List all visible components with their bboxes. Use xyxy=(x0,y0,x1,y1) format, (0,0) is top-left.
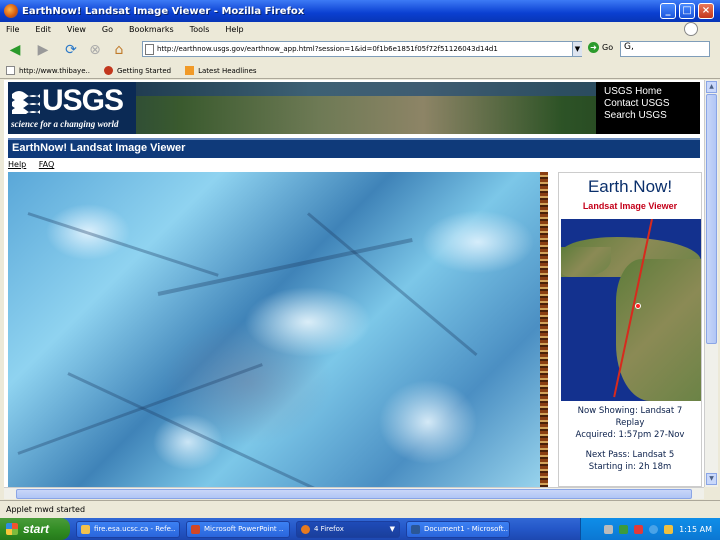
address-bar[interactable]: http://earthnow.usgs.gov/earthnow_app.ht… xyxy=(142,41,582,57)
minimize-button[interactable]: _ xyxy=(660,3,676,19)
scroll-thumb[interactable] xyxy=(16,489,692,499)
go-button[interactable]: ➜ Go xyxy=(588,42,613,53)
reload-icon[interactable]: ⟳ xyxy=(62,41,80,59)
tray-icon[interactable] xyxy=(634,524,644,534)
image-edge-stripe xyxy=(540,172,548,487)
stop-icon[interactable]: ⊗ xyxy=(86,41,104,59)
usgs-wordmark: USGS xyxy=(42,84,124,117)
menu-tools[interactable]: Tools xyxy=(190,25,210,34)
panel-title: Earth.Now! xyxy=(587,177,673,196)
tray-icon[interactable] xyxy=(604,524,614,534)
window-title: EarthNow! Landsat Image Viewer - Mozilla… xyxy=(22,5,305,17)
powerpoint-icon xyxy=(191,524,200,534)
word-icon xyxy=(411,524,420,534)
help-link[interactable]: Help xyxy=(8,160,26,169)
link-contact-usgs[interactable]: Contact USGS xyxy=(604,98,700,110)
search-input[interactable]: G, xyxy=(620,41,710,57)
scroll-up-icon[interactable]: ▲ xyxy=(706,81,717,93)
usgs-tagline: science for a changing world xyxy=(11,119,119,129)
menu-bookmarks[interactable]: Bookmarks xyxy=(129,25,174,34)
banner-image xyxy=(118,82,598,96)
title-bar: EarthNow! Landsat Image Viewer - Mozilla… xyxy=(0,0,720,22)
image-ridge xyxy=(67,372,341,487)
horizontal-scrollbar[interactable] xyxy=(4,487,704,499)
menu-go[interactable]: Go xyxy=(102,25,113,34)
bookmark-icon xyxy=(103,66,113,75)
group-arrow-icon: ▼ xyxy=(389,525,395,533)
system-tray: 1:15 AM xyxy=(580,518,720,540)
volume-icon[interactable] xyxy=(664,524,674,534)
taskbar-item[interactable]: fire.esa.ucsc.ca - Refe.. xyxy=(76,520,180,538)
go-arrow-icon: ➜ xyxy=(588,42,599,53)
bookmark-item[interactable]: Latest Headlines xyxy=(185,66,257,75)
bookmarks-toolbar: http://www.thibaye.. Getting Started Lat… xyxy=(0,63,720,79)
network-icon[interactable] xyxy=(649,524,659,534)
status-bar: Applet mwd started xyxy=(0,500,720,518)
throbber-icon xyxy=(684,22,698,36)
firefox-icon xyxy=(301,524,310,534)
satellite-position-icon xyxy=(635,303,641,309)
usgs-logo[interactable]: USGS science for a changing world xyxy=(8,82,136,134)
vertical-scrollbar[interactable]: ▲ ▼ xyxy=(704,80,718,487)
back-icon[interactable]: ◀ xyxy=(6,41,24,59)
earthnow-panel: Earth.Now! Landsat Image Viewer Now Show… xyxy=(558,172,702,487)
menu-file[interactable]: File xyxy=(6,25,19,34)
help-bar: Help FAQ xyxy=(8,160,700,172)
taskbar-item[interactable]: Document1 - Microsoft.. xyxy=(406,520,510,538)
next-pass: Next Pass: Landsat 5 xyxy=(585,450,675,460)
pass-info: Now Showing: Landsat 7 Replay Acquired: … xyxy=(559,405,701,473)
scroll-thumb[interactable] xyxy=(706,94,717,344)
usgs-waves-icon xyxy=(12,91,40,114)
now-showing: Now Showing: Landsat 7 xyxy=(577,406,683,416)
landsat-image[interactable] xyxy=(8,172,548,487)
start-button[interactable]: start xyxy=(0,518,70,540)
windows-flag-icon xyxy=(6,523,18,535)
page-title: EarthNow! Landsat Image Viewer xyxy=(8,138,700,158)
usgs-banner: USGS science for a changing world USGS H… xyxy=(8,82,700,134)
link-search-usgs[interactable]: Search USGS xyxy=(604,110,700,122)
clock: 1:15 AM xyxy=(679,524,712,534)
menu-view[interactable]: View xyxy=(67,25,86,34)
web-content: USGS science for a changing world USGS H… xyxy=(4,80,704,487)
tray-icon[interactable] xyxy=(619,524,629,534)
menu-edit[interactable]: Edit xyxy=(35,25,51,34)
usgs-links: USGS Home Contact USGS Search USGS xyxy=(596,82,700,134)
mode-label: Replay xyxy=(615,418,645,428)
maximize-button[interactable]: □ xyxy=(679,3,695,19)
scroll-down-icon[interactable]: ▼ xyxy=(706,473,717,485)
page-icon xyxy=(145,44,154,55)
taskbar: start fire.esa.ucsc.ca - Refe.. Microsof… xyxy=(0,518,720,540)
address-dropdown-icon[interactable]: ▼ xyxy=(572,42,582,56)
home-icon[interactable]: ⌂ xyxy=(110,41,128,59)
bookmark-item[interactable]: Getting Started xyxy=(103,66,171,75)
link-usgs-home[interactable]: USGS Home xyxy=(604,86,700,98)
page-icon xyxy=(6,66,15,75)
panel-subtitle: Landsat Image Viewer xyxy=(582,201,678,211)
image-ridge xyxy=(17,363,263,455)
starting-in: Starting in: 2h 18m xyxy=(588,462,672,472)
acquired-time: Acquired: 1:57pm 27-Nov xyxy=(575,430,685,440)
close-button[interactable]: × xyxy=(698,3,714,19)
go-label: Go xyxy=(602,43,614,52)
taskbar-item[interactable]: 4 Firefox ▼ xyxy=(296,520,400,538)
firefox-icon xyxy=(4,4,18,18)
rss-icon xyxy=(185,66,195,75)
menu-help[interactable]: Help xyxy=(225,25,243,34)
forward-icon[interactable]: ▶ xyxy=(34,41,52,59)
faq-link[interactable]: FAQ xyxy=(39,160,55,169)
image-ridge xyxy=(27,212,219,277)
taskbar-item[interactable]: Microsoft PowerPoint .. xyxy=(186,520,290,538)
address-text: http://earthnow.usgs.gov/earthnow_app.ht… xyxy=(157,45,498,53)
bookmark-item[interactable]: http://www.thibaye.. xyxy=(6,66,90,75)
orbit-map[interactable] xyxy=(561,219,701,401)
folder-icon xyxy=(81,524,90,534)
menu-bar: File Edit View Go Bookmarks Tools Help xyxy=(0,22,720,36)
image-ridge xyxy=(307,212,478,357)
